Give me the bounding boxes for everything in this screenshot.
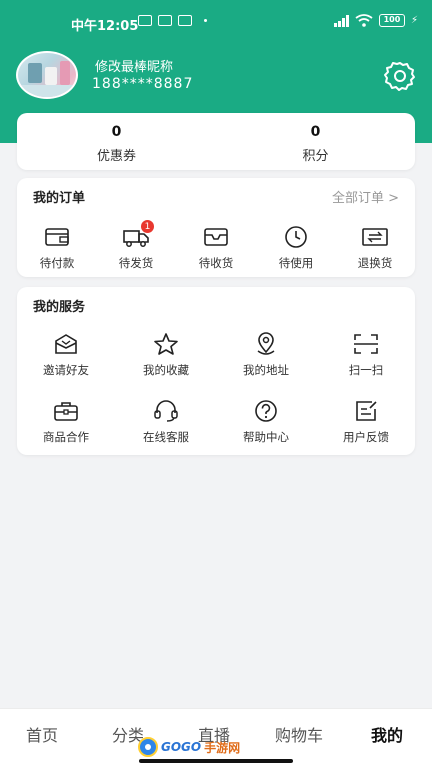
charging-icon: ⚡ (410, 15, 418, 26)
headset-icon (154, 400, 178, 422)
watermark-circle-icon (138, 737, 158, 757)
watermark-text-b: 手游网 (204, 740, 241, 755)
service-label: 在线客服 (143, 430, 189, 444)
service-label: 我的收藏 (143, 363, 189, 377)
order-label: 待付款 (39, 256, 75, 270)
service-feedback[interactable]: 用户反馈 (326, 399, 406, 445)
order-pending-use[interactable]: 待使用 (256, 225, 336, 271)
help-icon (255, 400, 277, 422)
inbox-icon (204, 228, 228, 246)
order-label: 待收货 (198, 256, 234, 270)
watermark-logo: GOGO 手游网 (138, 737, 240, 757)
notification-icons (138, 15, 207, 26)
watermark-text-a: GOGO (161, 740, 202, 754)
service-help-center[interactable]: 帮助中心 (226, 399, 306, 445)
service-label: 邀请好友 (43, 363, 89, 377)
points-count: 0 (310, 124, 321, 140)
status-right: 100 ⚡ (334, 14, 418, 27)
service-label: 用户反馈 (343, 430, 389, 444)
points-stat[interactable]: 0 积分 (216, 113, 415, 170)
signal-icon (334, 14, 349, 27)
status-time: 中午12:05 (71, 19, 139, 34)
order-label: 退换货 (357, 256, 393, 270)
star-icon (154, 333, 178, 355)
view-all-orders-link[interactable]: 全部订单 > (332, 187, 399, 206)
services-title: 我的服务 (33, 300, 86, 315)
points-label: 积分 (302, 149, 329, 164)
service-address[interactable]: 我的地址 (226, 332, 306, 378)
nickname[interactable]: 修改最棒昵称 (95, 56, 173, 75)
service-label: 扫一扫 (348, 363, 384, 377)
avatar[interactable] (16, 51, 78, 99)
settings-button[interactable] (382, 58, 418, 94)
nav-cart[interactable]: 购物车 (275, 722, 323, 746)
service-scan[interactable]: 扫一扫 (326, 332, 406, 378)
nav-home[interactable]: 首页 (26, 722, 58, 746)
order-pending-receipt[interactable]: 待收货 (176, 225, 256, 271)
scan-icon (354, 334, 378, 354)
coupons-count: 0 (111, 124, 122, 140)
order-label: 待发货 (118, 256, 154, 270)
clock-icon (285, 226, 307, 248)
message-icon (138, 15, 152, 26)
shield-notification-icon (158, 15, 172, 26)
status-bar: 中午12:05 100 ⚡ (0, 0, 432, 44)
stats-card: 0 优惠券 0 积分 (17, 113, 415, 170)
shipment-badge: 1 (140, 219, 155, 234)
service-label: 商品合作 (43, 430, 89, 444)
services-card: 我的服务 邀请好友 我的收藏 我的地址 扫一扫 商品合作 在线客服 帮助中心 用… (17, 287, 415, 455)
wifi-icon (355, 14, 373, 27)
profile-section: 修改最棒昵称 188****8887 (0, 44, 432, 108)
briefcase-icon (54, 402, 78, 421)
coupons-stat[interactable]: 0 优惠券 (17, 113, 216, 170)
service-cooperation[interactable]: 商品合作 (26, 399, 106, 445)
service-customer-support[interactable]: 在线客服 (126, 399, 206, 445)
orders-card: 我的订单 全部订单 > 待付款 1 待发货 待收货 待使用 退换货 (17, 178, 415, 277)
order-pending-shipment[interactable]: 1 待发货 (96, 219, 176, 271)
more-dot-icon (204, 19, 207, 22)
service-favorites[interactable]: 我的收藏 (126, 332, 206, 378)
home-indicator[interactable] (139, 759, 293, 763)
exchange-icon (362, 228, 388, 246)
download-icon (178, 15, 192, 26)
coupons-label: 优惠券 (96, 149, 136, 164)
feedback-icon (356, 401, 377, 421)
phone-number: 188****8887 (92, 76, 194, 92)
service-label: 帮助中心 (243, 430, 289, 444)
orders-title: 我的订单 (33, 191, 86, 206)
gear-icon (384, 62, 415, 91)
service-invite-friends[interactable]: 邀请好友 (26, 332, 106, 378)
battery-icon: 100 (378, 14, 405, 27)
order-returns[interactable]: 退换货 (335, 225, 415, 271)
wallet-icon (45, 228, 69, 246)
envelope-icon (55, 334, 77, 354)
order-pending-payment[interactable]: 待付款 (17, 225, 97, 271)
service-label: 我的地址 (243, 363, 289, 377)
order-label: 待使用 (278, 256, 314, 270)
nav-mine[interactable]: 我的 (371, 722, 403, 746)
location-icon (257, 332, 275, 355)
